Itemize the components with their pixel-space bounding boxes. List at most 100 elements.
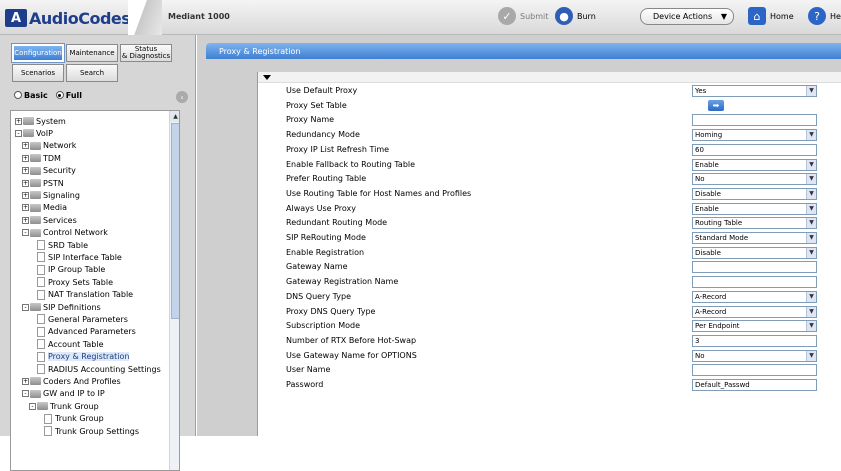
parameters-form: Use Default Proxy Yes ▼ Proxy Set Table ➡ Pro… — [257, 72, 841, 436]
tree-item[interactable]: - VoIP — [15, 127, 53, 139]
tree-item[interactable]: + TDM — [22, 152, 61, 164]
tree-item-label: Network — [43, 141, 77, 151]
expand-icon[interactable]: + — [22, 167, 29, 175]
parameter-select[interactable]: Enable ▼ — [692, 158, 817, 171]
parameter-select[interactable]: Homing ▼ — [692, 129, 817, 142]
collapse-panel-icon[interactable]: ‹ — [176, 91, 188, 103]
tree-item[interactable]: Account Table — [37, 338, 104, 350]
chevron-down-icon[interactable]: ▼ — [806, 86, 816, 96]
parameter-select[interactable]: Enable ▼ — [692, 202, 817, 215]
tree-item[interactable]: - GW and IP to IP — [22, 388, 105, 400]
mode-basic-radio[interactable]: Basic — [14, 91, 48, 100]
parameter-label: Always Use Proxy — [286, 203, 356, 213]
expand-icon[interactable]: + — [15, 117, 22, 125]
tab-maintenance[interactable]: Maintenance — [66, 44, 118, 62]
tree-item[interactable]: + Signaling — [22, 189, 80, 201]
parameter-row: Proxy IP List Refresh Time 60 — [258, 143, 841, 158]
parameter-input[interactable] — [692, 114, 817, 127]
collapse-icon[interactable]: - — [15, 129, 22, 137]
chevron-down-icon[interactable]: ▼ — [806, 233, 816, 243]
tree-item[interactable]: + Services — [22, 214, 77, 226]
tree-item[interactable]: + Media — [22, 202, 67, 214]
parameter-input[interactable] — [692, 261, 817, 274]
tab-search[interactable]: Search — [66, 64, 118, 82]
chevron-down-icon[interactable]: ▼ — [806, 130, 816, 141]
parameter-select[interactable]: No ▼ — [692, 173, 817, 186]
help-label: He — [830, 11, 841, 21]
tree-item[interactable]: Advanced Parameters — [37, 326, 136, 338]
tree-item[interactable]: + System — [15, 115, 66, 127]
scroll-up-icon[interactable]: ▲ — [170, 111, 179, 122]
collapse-triangle-icon[interactable] — [263, 75, 271, 80]
tree-item[interactable]: + Network — [22, 140, 76, 152]
parameter-select[interactable]: A-Record ▼ — [692, 305, 817, 318]
expand-icon[interactable]: + — [22, 142, 29, 150]
parameter-select[interactable]: No ▼ — [692, 349, 817, 362]
chevron-down-icon[interactable]: ▼ — [806, 159, 816, 170]
tree-item[interactable]: Trunk Group Settings — [44, 425, 139, 437]
parameter-select[interactable]: Yes ▼ — [692, 85, 817, 97]
chevron-down-icon[interactable]: ▼ — [806, 203, 816, 214]
tree-item[interactable]: IP Group Table — [37, 264, 105, 276]
collapse-icon[interactable]: - — [22, 229, 29, 237]
chevron-down-icon[interactable]: ▼ — [806, 306, 816, 317]
chevron-down-icon[interactable]: ▼ — [806, 218, 816, 229]
chevron-down-icon[interactable]: ▼ — [806, 247, 816, 258]
folder-icon — [30, 191, 41, 200]
scroll-thumb[interactable] — [171, 123, 179, 319]
tree-item[interactable]: Proxy Sets Table — [37, 276, 113, 288]
parameter-input[interactable] — [692, 276, 817, 289]
tree-item[interactable]: General Parameters — [37, 313, 128, 325]
device-actions-dropdown[interactable]: Device Actions ▼ — [640, 8, 734, 25]
expand-icon[interactable]: + — [22, 204, 29, 212]
tree-scrollbar[interactable]: ▲ — [169, 111, 179, 470]
tab-configuration[interactable]: Configuration — [11, 43, 65, 63]
parameter-select[interactable]: Disable ▼ — [692, 187, 817, 200]
parameter-input[interactable]: Default_Passwd — [692, 379, 817, 391]
collapse-icon[interactable]: - — [29, 402, 36, 410]
parameter-input[interactable]: 3 — [692, 334, 817, 347]
submit-button[interactable]: ✓ Submit — [498, 7, 548, 25]
tree-item[interactable]: + Security — [22, 165, 76, 177]
chevron-down-icon[interactable]: ▼ — [806, 321, 816, 332]
parameter-select[interactable]: A-Record ▼ — [692, 290, 817, 303]
tree-item[interactable]: + PSTN — [22, 177, 64, 189]
expand-icon[interactable]: + — [22, 154, 29, 162]
expand-icon[interactable]: + — [22, 191, 29, 199]
tree-item[interactable]: SIP Interface Table — [37, 251, 122, 263]
expand-icon[interactable]: + — [22, 377, 29, 385]
mode-full-radio[interactable]: Full — [55, 91, 82, 100]
chevron-down-icon[interactable]: ▼ — [806, 188, 816, 199]
open-table-arrow-icon[interactable]: ➡ — [708, 99, 724, 111]
burn-button[interactable]: ● Burn — [555, 7, 596, 25]
tree-item[interactable]: Proxy & Registration — [37, 351, 130, 363]
chevron-down-icon[interactable]: ▼ — [806, 174, 816, 185]
chevron-down-icon[interactable]: ▼ — [806, 291, 816, 302]
tree-item[interactable]: + Coders And Profiles — [22, 375, 121, 387]
collapse-icon[interactable]: - — [22, 303, 29, 311]
tab-scenarios[interactable]: Scenarios — [12, 64, 64, 82]
tree-item[interactable]: - Control Network — [22, 227, 108, 239]
parameter-input[interactable] — [692, 364, 817, 377]
expand-icon[interactable]: + — [22, 179, 29, 187]
tree-item[interactable]: Trunk Group — [44, 413, 104, 425]
tree-item[interactable]: NAT Translation Table — [37, 289, 133, 301]
form-section-header[interactable] — [258, 72, 841, 83]
chevron-down-icon[interactable]: ▼ — [806, 350, 816, 361]
tree-item[interactable]: SRD Table — [37, 239, 88, 251]
home-button[interactable]: ⌂ Home — [748, 7, 794, 25]
tree-item[interactable]: - Trunk Group — [29, 400, 99, 412]
parameter-row: Use Gateway Name for OPTIONS No ▼ — [258, 349, 841, 364]
parameter-select[interactable]: Per Endpoint ▼ — [692, 320, 817, 333]
select-value: Homing — [695, 131, 723, 140]
expand-icon[interactable]: + — [22, 216, 29, 224]
parameter-select[interactable]: Disable ▼ — [692, 246, 817, 259]
parameter-input[interactable]: 60 — [692, 143, 817, 156]
help-button[interactable]: ? He — [808, 7, 841, 25]
parameter-select[interactable]: Routing Table ▼ — [692, 217, 817, 230]
tree-item[interactable]: - SIP Definitions — [22, 301, 101, 313]
parameter-select[interactable]: Standard Mode ▼ — [692, 232, 817, 244]
collapse-icon[interactable]: - — [22, 390, 29, 398]
tab-status-diagnostics[interactable]: Status & Diagnostics — [120, 44, 172, 62]
tree-item[interactable]: RADIUS Accounting Settings — [37, 363, 161, 375]
